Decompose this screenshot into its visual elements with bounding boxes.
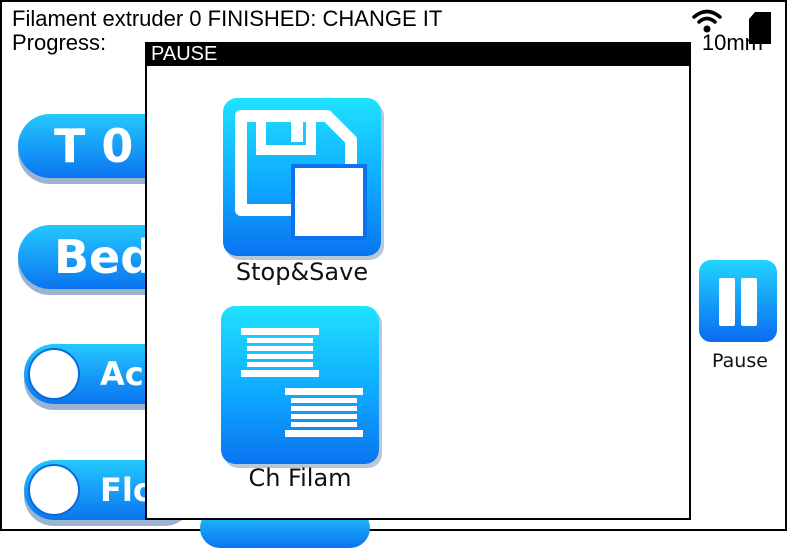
- pause-label: Pause: [712, 350, 768, 372]
- bed-temperature-label: Bed: [54, 230, 154, 284]
- active-toggle-label: Ac: [100, 355, 144, 393]
- progress-label: Progress:: [12, 30, 107, 55]
- pause-button[interactable]: [699, 260, 777, 342]
- toggle-knob: [28, 464, 80, 516]
- sd-card-icon: [749, 12, 771, 48]
- change-filament-label: Ch Filam: [248, 464, 352, 492]
- dialog-title-bar: PAUSE: [147, 43, 689, 66]
- wifi-icon: [692, 8, 722, 38]
- toggle-knob: [28, 348, 80, 400]
- pause-dialog: PAUSE Stop&Save Ch Filam: [145, 42, 691, 520]
- change-filament-button[interactable]: [221, 306, 379, 464]
- stop-save-label: Stop&Save: [235, 258, 369, 286]
- stop-save-button[interactable]: [223, 98, 381, 256]
- dialog-title: PAUSE: [151, 43, 218, 65]
- temperature-extruder-label: T 0: [54, 119, 134, 173]
- status-message: Filament extruder 0 FINISHED: CHANGE IT: [12, 6, 443, 31]
